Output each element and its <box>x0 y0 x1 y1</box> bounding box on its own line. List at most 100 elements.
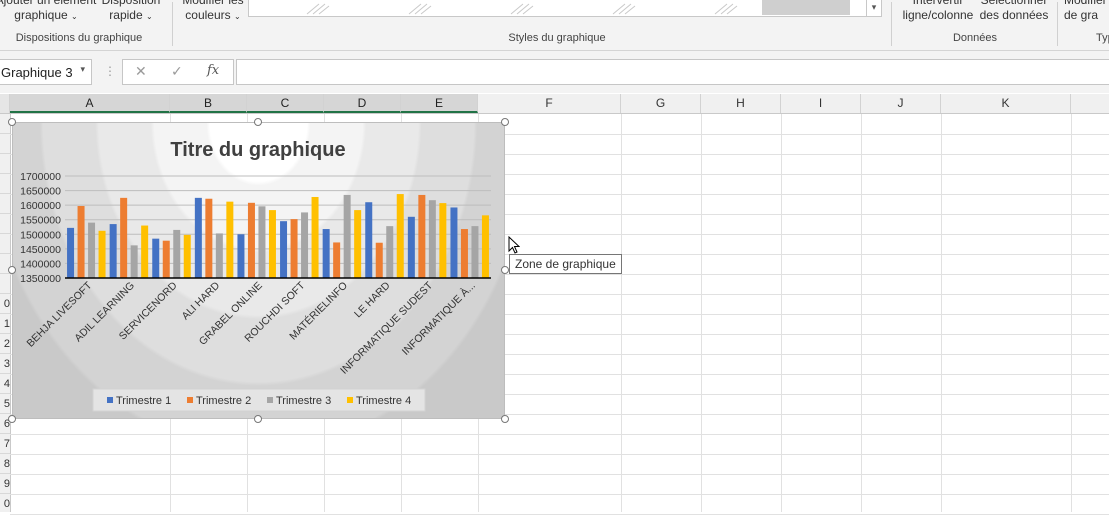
chart-bar[interactable] <box>311 196 319 278</box>
chart-resize-handle-e[interactable] <box>501 266 509 274</box>
insert-function-icon[interactable]: fx <box>207 63 219 78</box>
chart-bar[interactable] <box>226 201 234 278</box>
chart-bar[interactable] <box>88 222 96 278</box>
chart-bar[interactable] <box>67 227 75 278</box>
column-header-j[interactable]: J <box>861 94 941 113</box>
row-header[interactable] <box>0 214 10 234</box>
row-header[interactable] <box>0 154 10 174</box>
chart-bar[interactable] <box>386 226 394 278</box>
group-label-type: Typ <box>1096 32 1109 44</box>
row-header[interactable] <box>0 274 10 294</box>
chart-title[interactable]: Titre du graphique <box>170 139 345 161</box>
chart-bar[interactable] <box>173 229 181 278</box>
add-chart-element-button[interactable]: Ajouter un élément graphique ⌄ <box>0 0 98 24</box>
chart-bar[interactable] <box>152 238 160 278</box>
chart-resize-handle-sw[interactable] <box>8 415 16 423</box>
chart-bar[interactable] <box>407 216 415 278</box>
chart-resize-handle-n[interactable] <box>254 118 262 126</box>
column-header-b[interactable]: B <box>170 94 247 113</box>
change-chart-type-button[interactable]: Modifier de gra <box>1064 0 1109 23</box>
chart-bar[interactable] <box>215 233 223 278</box>
chart-bar[interactable] <box>450 207 458 278</box>
chart-bar[interactable] <box>481 215 489 278</box>
column-header-d[interactable]: D <box>324 94 401 113</box>
chart-bar[interactable] <box>141 225 149 278</box>
chart-bar[interactable] <box>301 212 309 278</box>
row-header[interactable]: 1 <box>0 314 10 334</box>
quick-layout-button[interactable]: Disposition rapide ⌄ <box>100 0 162 24</box>
column-header-e[interactable]: E <box>401 94 478 113</box>
row-header[interactable]: 2 <box>0 334 10 354</box>
column-header-f[interactable]: F <box>478 94 621 113</box>
chart-bar[interactable] <box>365 202 373 278</box>
row-header[interactable]: 3 <box>0 354 10 374</box>
chart-styles-gallery[interactable] <box>248 0 868 17</box>
chart-bar[interactable] <box>428 200 436 278</box>
gallery-more-icon[interactable]: ▾ <box>866 0 882 17</box>
column-header-i[interactable]: I <box>781 94 861 113</box>
column-header-next[interactable] <box>1071 94 1109 113</box>
row-header[interactable] <box>0 234 10 254</box>
column-header-h[interactable]: H <box>701 94 781 113</box>
column-header-a[interactable]: A <box>10 94 170 113</box>
cancel-icon[interactable]: ✕ <box>135 63 147 80</box>
chart-bar[interactable] <box>258 206 266 278</box>
row-header[interactable] <box>0 134 10 154</box>
chart-bar[interactable] <box>162 240 170 278</box>
enter-icon[interactable]: ✓ <box>171 63 183 80</box>
chart-resize-handle-nw[interactable] <box>8 118 16 126</box>
change-colors-button[interactable]: Modifier les couleurs ⌄ <box>180 0 246 24</box>
chart-resize-handle-s[interactable] <box>254 415 262 423</box>
row-header[interactable] <box>0 174 10 194</box>
chart-bar[interactable] <box>343 194 351 278</box>
chart-bar[interactable] <box>354 210 362 278</box>
chart-bar[interactable] <box>280 221 288 278</box>
chart-bar[interactable] <box>460 229 468 278</box>
chart-bar[interactable] <box>471 226 479 278</box>
chart-bar[interactable] <box>439 203 447 278</box>
select-all-corner[interactable] <box>0 94 10 113</box>
chart-area[interactable]: 1700000 1650000 1600000 1550000 1500000 14500… <box>12 122 505 419</box>
row-header[interactable]: 0 <box>0 294 10 314</box>
chart-resize-handle-w[interactable] <box>8 266 16 274</box>
row-header[interactable]: 9 <box>0 474 10 494</box>
name-box[interactable]: Graphique 3 ▾ <box>0 59 92 85</box>
chart-bar[interactable] <box>183 234 191 278</box>
column-header-c[interactable]: C <box>247 94 324 113</box>
chart-bar[interactable] <box>396 194 404 278</box>
chart-style-selected[interactable] <box>762 0 850 15</box>
chart-bar[interactable] <box>130 245 138 278</box>
chart-bar[interactable] <box>375 242 383 278</box>
name-box-caret-icon[interactable]: ▾ <box>80 64 85 75</box>
chart-resize-handle-se[interactable] <box>501 415 509 423</box>
row-header[interactable]: 4 <box>0 374 10 394</box>
chart-bar[interactable] <box>109 224 117 278</box>
chart-resize-handle-ne[interactable] <box>501 118 509 126</box>
chart-bar[interactable] <box>268 210 276 278</box>
row-header[interactable]: 5 <box>0 394 10 414</box>
chart-bar[interactable] <box>247 202 255 278</box>
row-header[interactable] <box>0 194 10 214</box>
chart-y-tick-label: 1450000 <box>20 244 61 256</box>
formula-input[interactable] <box>236 59 1109 85</box>
row-header[interactable]: 0 <box>0 494 10 512</box>
switch-row-column-button[interactable]: Intervertir ligne/colonne <box>898 0 978 23</box>
chart-bar[interactable] <box>237 234 245 278</box>
chart-bar[interactable] <box>322 229 330 278</box>
chart-plot-area[interactable] <box>65 194 491 279</box>
chart-bar[interactable] <box>333 242 341 278</box>
row-header[interactable]: 7 <box>0 434 10 454</box>
chart-bar[interactable] <box>290 219 298 278</box>
select-data-button[interactable]: Sélectionner des données <box>978 0 1050 23</box>
chart-bar[interactable] <box>77 206 85 278</box>
chart-bar[interactable] <box>120 197 128 278</box>
formula-bar-resize-icon[interactable]: ⋮ <box>104 64 116 78</box>
chart-bar[interactable] <box>98 230 106 278</box>
column-header-g[interactable]: G <box>621 94 701 113</box>
column-header-k[interactable]: K <box>941 94 1071 113</box>
chart-bar[interactable] <box>205 198 213 278</box>
row-header[interactable]: 8 <box>0 454 10 474</box>
chart-bar[interactable] <box>194 197 202 278</box>
change-chart-type-line1: Modifier <box>1064 0 1107 7</box>
chart-bar[interactable] <box>418 194 426 278</box>
